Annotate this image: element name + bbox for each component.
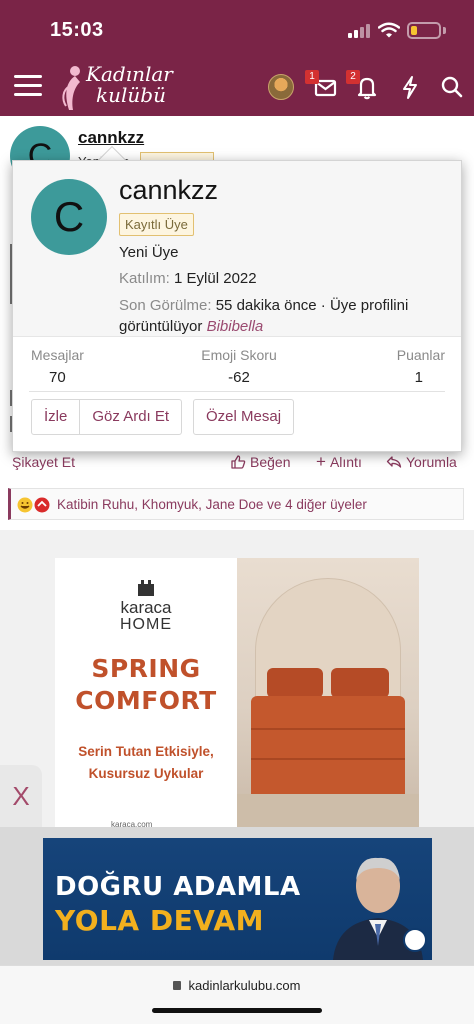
url-field[interactable]: kadinlarkulubu.com [0, 978, 474, 993]
logo-text: Kadınlar kulübü [86, 64, 173, 106]
stat-points: Puanlar 1 [385, 347, 445, 386]
ad-close-button[interactable]: X [0, 765, 42, 827]
profile-tooltip: C cannkzz Kayıtlı Üye Yeni Üye Katılım: … [12, 160, 462, 452]
bed-duvet [251, 696, 405, 796]
post-actions: Şikayet Et Beğen + Alıntı Yorumla [0, 452, 474, 474]
home-indicator[interactable] [152, 1008, 322, 1013]
logo-figure-icon [62, 66, 80, 110]
private-message-button[interactable]: Özel Mesaj [193, 399, 295, 435]
site-logo[interactable]: Kadınlar kulübü [60, 62, 190, 112]
profile-title: Yeni Üye [119, 244, 179, 261]
user-avatar[interactable] [268, 74, 294, 100]
stat-value: 1 [414, 369, 423, 386]
stat-value: -62 [228, 369, 250, 386]
ignore-button[interactable]: Göz Ardı Et [79, 400, 181, 434]
profile-button-group: İzle Göz Ardı Et [31, 399, 183, 435]
status-time: 15:03 [50, 19, 104, 41]
battery-icon [407, 22, 441, 39]
profile-username[interactable]: cannkzz [119, 175, 218, 206]
status-bar: 15:03 [0, 0, 474, 58]
browser-url-bar[interactable]: kadinlarkulubu.com [0, 965, 474, 1024]
bed-stripe [251, 728, 405, 730]
ad-text-panel: karaca HOME SPRING COMFORT Serin Tutan E… [55, 558, 237, 829]
profile-badge: Kayıtlı Üye [119, 213, 194, 236]
lightning-icon[interactable] [395, 72, 425, 102]
follow-button[interactable]: İzle [32, 400, 79, 434]
quote-button[interactable]: + Alıntı [316, 452, 362, 471]
ad-subline-1: Serin Tutan Etkisiyle, [78, 744, 214, 759]
lock-icon [173, 981, 182, 990]
like-label: Beğen [250, 454, 291, 470]
stat-label: Mesajlar [31, 347, 84, 363]
political-ad-banner[interactable]: DOĞRU ADAMLA YOLA DEVAM [43, 838, 432, 960]
menu-icon[interactable] [14, 75, 42, 97]
bed-pillow [267, 668, 323, 698]
like-button[interactable]: Beğen [230, 454, 290, 470]
ad2-line2: YOLA DEVAM [55, 904, 265, 937]
reply-label: Yorumla [406, 454, 457, 470]
bed-stripe [251, 758, 405, 760]
profile-joined: Katılım: 1 Eylül 2022 [119, 270, 257, 287]
ad2-line1: DOĞRU ADAMLA [55, 872, 301, 902]
site-nav-bar: Kadınlar kulübü 1 2 [0, 58, 474, 116]
thumbs-up-icon [231, 455, 246, 469]
wifi-icon [378, 22, 400, 38]
quote-label: Alıntı [329, 454, 362, 470]
stat-label: Emoji Skoru [201, 347, 277, 363]
last-seen-label: Son Görülme: [119, 297, 212, 314]
popup-divider [29, 391, 445, 392]
ad-bedroom-image [237, 558, 419, 828]
profile-avatar[interactable]: C [31, 179, 107, 255]
battery-level [411, 26, 417, 35]
plus-icon: + [316, 452, 326, 471]
ad-brand-sub: HOME [120, 616, 172, 633]
report-link[interactable]: Şikayet Et [12, 454, 75, 470]
brand-mark-icon [138, 580, 154, 596]
reactions-text: Katibin Ruhu, Khomyuk, Jane Doe ve 4 diğ… [57, 497, 367, 512]
battery-nub [443, 27, 446, 34]
stat-messages: Mesajlar 70 [31, 347, 84, 386]
stat-label: Puanlar [396, 347, 445, 363]
joined-value: 1 Eylül 2022 [174, 270, 257, 287]
bed-pillow [331, 668, 389, 698]
search-icon[interactable] [437, 72, 467, 102]
reply-button[interactable]: Yorumla [386, 454, 457, 470]
advertisement-banner[interactable]: karaca HOME SPRING COMFORT Serin Tutan E… [55, 558, 419, 829]
alerts-badge: 2 [346, 70, 360, 84]
joined-label: Katılım: [119, 270, 170, 287]
inbox-badge: 1 [305, 70, 319, 84]
signal-icon [348, 24, 370, 38]
url-text: kadinlarkulubu.com [188, 978, 301, 993]
reactions-bar[interactable]: Katibin Ruhu, Khomyuk, Jane Doe ve 4 diğ… [8, 488, 464, 520]
party-seal-icon [403, 928, 427, 952]
last-seen-link[interactable]: Bibibella [207, 318, 264, 335]
reply-icon [386, 456, 402, 468]
reaction-emoji-icon [17, 497, 50, 513]
ad-subline-2: Kusursuz Uykular [88, 766, 204, 781]
stat-emoji-score: Emoji Skoru -62 [199, 347, 279, 386]
ad-headline-2: COMFORT [75, 686, 217, 715]
profile-tooltip-header: C cannkzz Kayıtlı Üye Yeni Üye Katılım: … [13, 161, 461, 337]
ad-brand: karaca [120, 598, 172, 617]
bed-floor [237, 794, 419, 828]
profile-last-seen: Son Görülme: 55 dakika önce · Üye profil… [119, 295, 449, 337]
stat-value: 70 [49, 369, 66, 386]
logo-line2: kulübü [96, 83, 166, 107]
ad-headline-1: SPRING [91, 654, 201, 683]
